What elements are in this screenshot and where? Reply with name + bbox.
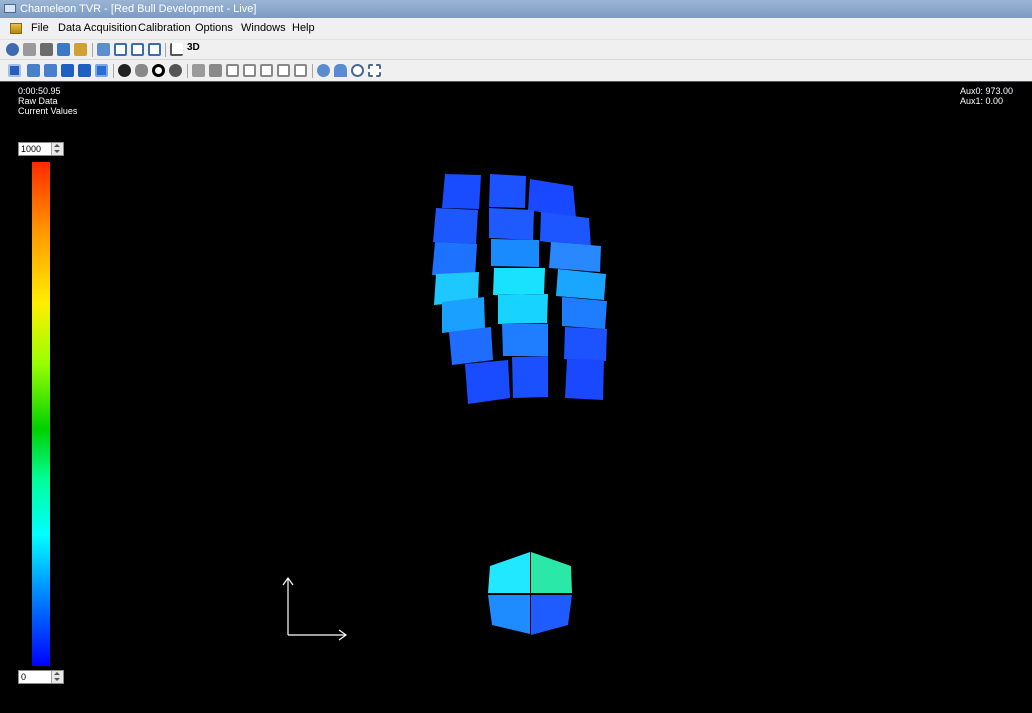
- sensor-cell: [465, 360, 510, 404]
- bars-icon[interactable]: [27, 64, 40, 77]
- view-b-icon[interactable]: [78, 64, 91, 77]
- export-icon[interactable]: [74, 43, 87, 56]
- box-side-icon[interactable]: [226, 64, 239, 77]
- toolbar-separator: [92, 43, 93, 57]
- sensor-cell: [489, 208, 534, 240]
- sensor-cell: [433, 208, 478, 244]
- menu-options[interactable]: Options: [195, 18, 233, 39]
- copy-icon[interactable]: [57, 43, 70, 56]
- box-front-icon[interactable]: [209, 64, 222, 77]
- tilt-icon[interactable]: [44, 64, 57, 77]
- axis-indicator: [282, 576, 348, 641]
- sensor-cell: [488, 595, 530, 634]
- sensor-cell: [540, 212, 591, 248]
- sensor-cell: [489, 174, 526, 208]
- tile-vertical-icon[interactable]: [114, 43, 127, 56]
- sensor-cell: [442, 297, 485, 333]
- sensor-cell: [432, 242, 477, 277]
- pan-icon[interactable]: [317, 64, 330, 77]
- cube-icon[interactable]: [192, 64, 205, 77]
- tile-horizontal-icon[interactable]: [131, 43, 144, 56]
- menu-bar: File Data Acquisition Calibration Option…: [0, 18, 1032, 39]
- foot-sensor-array: [432, 174, 607, 404]
- sensor-cell: [493, 268, 545, 295]
- view-toolbar: [0, 59, 1032, 83]
- sensor-cell: [491, 239, 539, 267]
- sensor-cell: [564, 327, 607, 361]
- document-icon[interactable]: [10, 23, 22, 34]
- menu-file[interactable]: File: [31, 18, 49, 39]
- app-icon: [4, 4, 16, 13]
- sensor-cell: [531, 595, 572, 635]
- sensor-cell: [565, 359, 604, 400]
- sensor-cell: [449, 327, 493, 365]
- box-back-icon[interactable]: [277, 64, 290, 77]
- pressure-sensor-scene: [282, 174, 607, 641]
- sensor-cell: [528, 179, 576, 218]
- box-left-icon[interactable]: [243, 64, 256, 77]
- menu-data-acquisition[interactable]: Data Acquisition: [58, 18, 137, 39]
- sensor-cell: [442, 174, 481, 209]
- sensor-cell: [549, 242, 601, 272]
- view-c-icon[interactable]: [95, 64, 108, 77]
- title-bar: Chameleon TVR - [Red Bull Development - …: [0, 0, 1032, 18]
- rotate-icon[interactable]: [334, 64, 347, 77]
- sensor-cell: [531, 552, 572, 593]
- zoom-window-icon[interactable]: [368, 64, 381, 77]
- menu-calibration[interactable]: Calibration: [138, 18, 191, 39]
- list-icon[interactable]: [148, 43, 161, 56]
- toolbar-separator: [187, 64, 188, 78]
- open-icon[interactable]: [6, 43, 19, 56]
- window-title: Chameleon TVR - [Red Bull Development - …: [20, 3, 257, 15]
- nodes-icon[interactable]: [135, 64, 148, 77]
- menu-help[interactable]: Help: [292, 18, 315, 39]
- sphere-icon[interactable]: [118, 64, 131, 77]
- spot-icon[interactable]: [169, 64, 182, 77]
- toolbar-separator: [312, 64, 313, 78]
- cascade-windows-icon[interactable]: [97, 43, 110, 56]
- pressure-3d-viewport[interactable]: 0:00:50.95 Raw Data Current Values Aux0:…: [0, 82, 1032, 713]
- menu-windows[interactable]: Windows: [241, 18, 286, 39]
- sensor-cell: [498, 294, 548, 324]
- 3d-view-button[interactable]: 3D: [187, 42, 200, 53]
- target-icon[interactable]: [152, 64, 165, 77]
- zoom-icon[interactable]: [351, 64, 364, 77]
- view-a-icon[interactable]: [61, 64, 74, 77]
- toolbar-separator: [113, 64, 114, 78]
- box-top-icon[interactable]: [294, 64, 307, 77]
- box-right-icon[interactable]: [260, 64, 273, 77]
- toolbar-separator: [165, 43, 166, 57]
- sensor-cell: [502, 324, 548, 356]
- view-2d-icon[interactable]: [8, 64, 21, 77]
- sensor-cell: [512, 356, 548, 398]
- sensor-cell: [562, 297, 607, 329]
- print-icon[interactable]: [40, 43, 53, 56]
- chart-icon[interactable]: [170, 43, 183, 56]
- save-icon[interactable]: [23, 43, 36, 56]
- heel-sensor-array: [488, 552, 572, 635]
- main-toolbar: 3D: [0, 39, 1032, 60]
- sensor-cell: [488, 552, 530, 593]
- sensor-cell: [556, 269, 606, 300]
